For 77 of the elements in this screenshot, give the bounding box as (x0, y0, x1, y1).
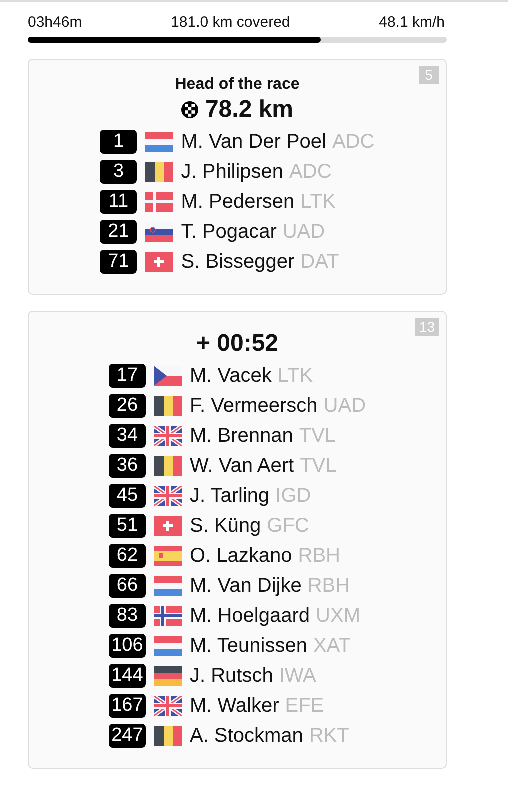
rider-name: S. Küng (190, 514, 262, 538)
bib-number: 21 (100, 220, 138, 244)
flag-icon (154, 546, 182, 566)
flag-icon (145, 162, 174, 182)
flag-icon (154, 576, 182, 596)
flag-icon (154, 486, 182, 506)
rider-name: T. Pogacar (181, 220, 277, 244)
rider-name: J. Tarling (190, 484, 270, 508)
flag-icon (145, 192, 174, 212)
average-speed: 48.1 km/h (379, 14, 445, 31)
team-code: RKT (309, 724, 350, 748)
bib-number: 11 (100, 190, 138, 214)
team-code: TVL (299, 424, 336, 448)
bib-number: 45 (108, 484, 146, 508)
rider-name: M. Hoelgaard (190, 604, 310, 628)
flag-icon (154, 426, 182, 446)
rider-name: W. Van Aert (190, 454, 294, 478)
flag-icon (154, 666, 182, 686)
team-code: LTK (278, 364, 314, 388)
rider-name: J. Philipsen (181, 160, 284, 184)
rider-name: S. Bissegger (181, 250, 295, 274)
rider-name: J. Rutsch (190, 664, 274, 688)
team-code: ADC (290, 160, 332, 184)
flag-icon (154, 606, 182, 626)
rider-name: M. Van Der Poel (181, 130, 326, 154)
rider-name: A. Stockman (190, 724, 304, 748)
team-code: ADC (332, 130, 375, 154)
flag-icon (145, 252, 174, 272)
team-code: GFC (267, 514, 310, 538)
team-code: IGD (276, 484, 312, 508)
bib-number: 26 (108, 394, 146, 418)
bib-number: 62 (108, 544, 146, 568)
rider-name: M. Teunissen (190, 634, 308, 658)
bib-number: 3 (100, 160, 138, 184)
flag-icon (154, 726, 182, 746)
flag-icon (154, 456, 182, 476)
bib-number: 17 (108, 364, 146, 388)
flag-icon (154, 396, 182, 416)
group-headline: 78.2 km (205, 96, 294, 124)
team-code: UAD (324, 394, 366, 418)
bib-number: 51 (108, 514, 146, 538)
bib-number: 106 (108, 634, 146, 658)
team-code: DAT (300, 250, 340, 274)
team-code: UXM (316, 604, 360, 628)
elapsed-time: 03h46m (28, 14, 82, 31)
group-title: Head of the race (175, 76, 300, 94)
rider-name: O. Lazkano (190, 544, 292, 568)
rider-name: F. Vermeersch (190, 394, 318, 418)
rider-name: M. Walker (190, 694, 280, 718)
bib-number: 144 (108, 664, 146, 688)
team-code: IWA (279, 664, 316, 688)
bib-number: 1 (100, 130, 138, 154)
team-code: RBH (298, 544, 340, 568)
group-headline: + 00:52 (196, 330, 279, 358)
flag-icon (154, 636, 182, 656)
bib-number: 71 (100, 250, 138, 274)
flag-icon (154, 516, 182, 536)
bib-number: 83 (108, 604, 146, 628)
bib-number: 66 (108, 574, 146, 598)
bib-number: 36 (108, 454, 146, 478)
rider-name: M. Vacek (190, 364, 272, 388)
rider-name: M. Pedersen (181, 190, 295, 214)
flag-icon (145, 132, 174, 152)
team-code: EFE (285, 694, 324, 718)
bib-number: 247 (108, 724, 146, 748)
team-code: RBH (308, 574, 350, 598)
team-code: UAD (282, 220, 326, 244)
flag-icon (154, 366, 182, 386)
flag-icon (154, 696, 182, 716)
bib-number: 167 (108, 694, 146, 718)
team-code: TVL (300, 454, 337, 478)
rider-name: M. Van Dijke (190, 574, 302, 598)
bib-number: 34 (108, 424, 146, 448)
team-code: LTK (300, 190, 336, 214)
rider-name: M. Brennan (190, 424, 294, 448)
distance-covered: 181.0 km covered (171, 14, 290, 31)
team-code: XAT (313, 634, 351, 658)
